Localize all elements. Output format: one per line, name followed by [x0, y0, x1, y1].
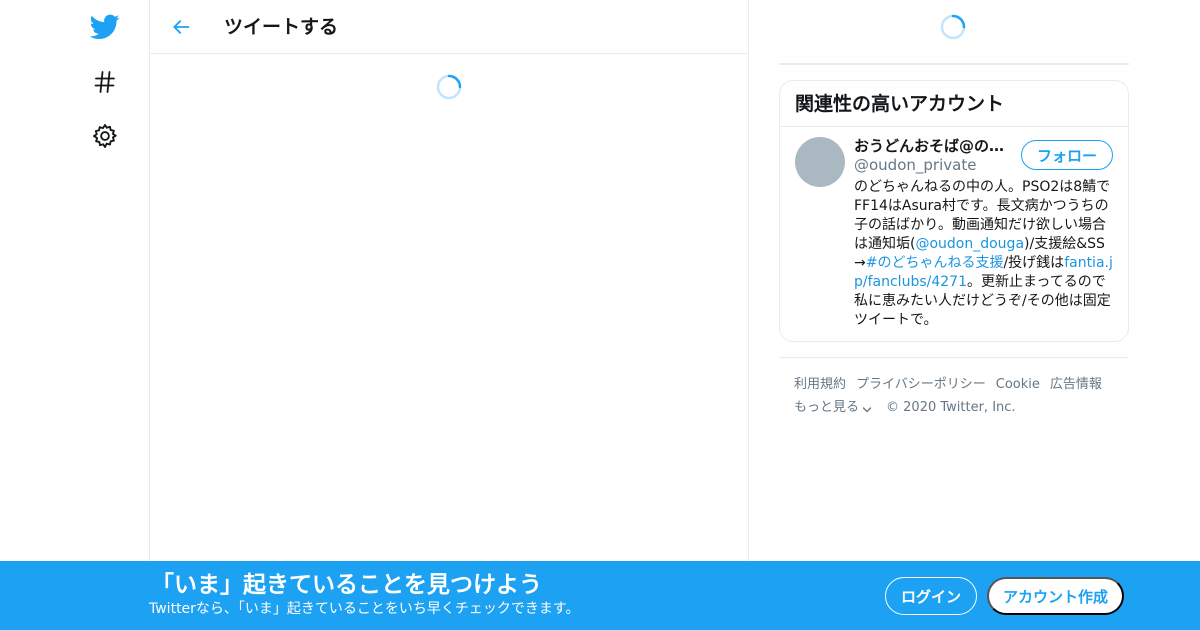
footer-link-cookie[interactable]: Cookie: [996, 376, 1040, 394]
search-divider: [779, 63, 1129, 65]
hashtag-icon[interactable]: [89, 66, 121, 98]
account-bio: のどちゃんねるの中の人。PSO2は8鯖でFF14はAsura村です。長文病かつう…: [854, 178, 1116, 330]
footer-more-button[interactable]: もっと見る: [794, 399, 872, 417]
twitter-bird-icon[interactable]: [89, 11, 121, 43]
login-button[interactable]: ログイン: [885, 577, 977, 615]
footer-link-terms[interactable]: 利用規約: [794, 376, 846, 394]
main-header: ツイートする: [150, 0, 748, 54]
signup-banner: 「いま」起きていることを見つけよう Twitterなら、「いま」起きていることを…: [0, 561, 1200, 630]
main-column: ツイートする: [150, 0, 749, 630]
arrow-left-icon: [173, 20, 190, 34]
bio-hashtag-link[interactable]: #のどちゃんねる支援: [866, 255, 1004, 271]
copyright: © 2020 Twitter, Inc.: [886, 400, 1016, 415]
account-handle[interactable]: @oudon_private: [854, 155, 976, 175]
footer-more-label: もっと見る: [794, 400, 860, 415]
banner-title: 「いま」起きていることを見つけよう: [151, 572, 542, 598]
footer-divider: [779, 357, 1129, 358]
footer: 利用規約 プライバシーポリシー Cookie 広告情報 もっと見る © 2020…: [794, 376, 1124, 417]
left-nav: [0, 0, 150, 630]
panel-divider: [780, 126, 1128, 127]
chevron-down-icon: [862, 406, 872, 412]
account-name[interactable]: おうどんおそば@のどちゃんねる: [854, 136, 1014, 156]
avatar[interactable]: [795, 137, 845, 187]
footer-link-ads[interactable]: 広告情報: [1050, 376, 1102, 394]
page-title: ツイートする: [224, 16, 339, 38]
spinner-icon: [940, 14, 966, 40]
gear-icon[interactable]: [89, 120, 121, 152]
banner-subtitle: Twitterなら、「いま」起きていることをいち早くチェックできます。: [149, 601, 580, 617]
panel-title: 関連性の高いアカウント: [795, 93, 1005, 115]
related-accounts-panel: 関連性の高いアカウント おうどんおそば@のどちゃんねる @oudon_priva…: [779, 80, 1129, 342]
spinner-icon: [436, 74, 462, 100]
follow-button[interactable]: フォロー: [1021, 140, 1113, 170]
footer-link-privacy[interactable]: プライバシーポリシー: [856, 376, 986, 394]
back-button[interactable]: [166, 12, 196, 42]
signup-button[interactable]: アカウント作成: [987, 577, 1124, 615]
bio-mention-link[interactable]: @oudon_douga: [915, 236, 1024, 252]
bio-text: /投げ銭は: [1003, 255, 1065, 271]
